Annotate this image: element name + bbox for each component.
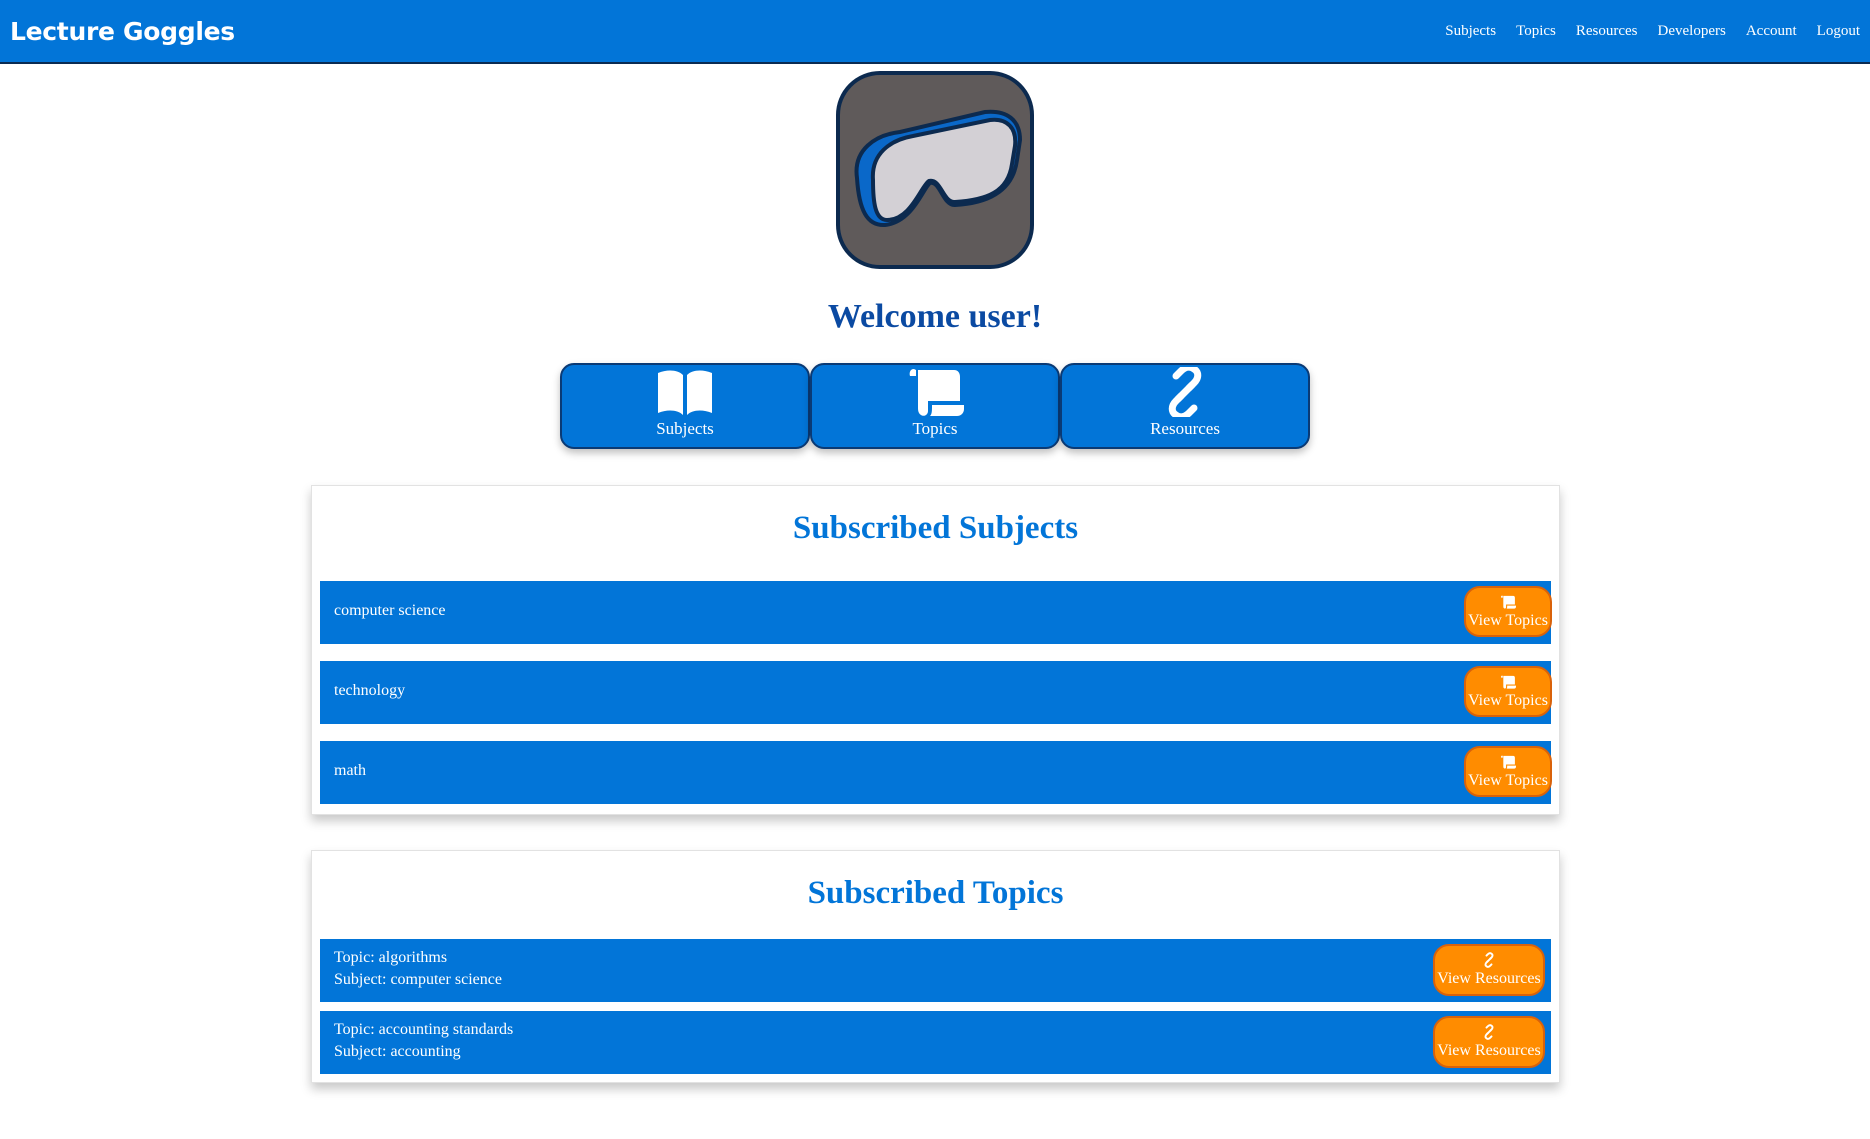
topic-name: Topic: accounting standards <box>334 1021 514 1038</box>
view-resources-button[interactable]: View Resources <box>1433 944 1545 996</box>
book-icon <box>658 370 712 415</box>
link-icon <box>1168 367 1202 417</box>
subject-name: computer science <box>334 602 446 619</box>
topic-subject: Subject: accounting <box>334 1043 461 1060</box>
subscribed-topics-title: Subscribed Topics <box>807 875 1064 911</box>
topic-name: Topic: algorithms <box>334 949 448 966</box>
nav-link-topics[interactable]: Topics <box>1516 23 1556 40</box>
view-topics-button[interactable]: View Topics <box>1464 746 1552 797</box>
view-topics-button[interactable]: View Topics <box>1464 666 1552 717</box>
topic-row: Topic: algorithms Subject: computer scie… <box>320 939 1551 1002</box>
nav-link-resources[interactable]: Resources <box>1576 23 1638 40</box>
subjects-button[interactable]: Subjects <box>560 363 810 449</box>
subject-name: technology <box>334 682 406 699</box>
view-resources-label: View Resources <box>1437 1042 1541 1059</box>
subscribed-subjects-title: Subscribed Subjects <box>792 510 1079 546</box>
brand-title[interactable]: Lecture Goggles <box>10 17 235 46</box>
nav-links: Subjects Topics Resources Developers Acc… <box>1425 23 1860 40</box>
subject-row: math View Topics <box>320 741 1552 804</box>
nav-link-account[interactable]: Account <box>1746 23 1797 40</box>
topics-button[interactable]: Topics <box>810 363 1060 449</box>
topic-row: Topic: accounting standards Subject: acc… <box>320 1011 1551 1074</box>
view-topics-label: View Topics <box>1468 771 1548 789</box>
subjects-button-label: Subjects <box>656 419 714 438</box>
view-resources-button[interactable]: View Resources <box>1433 1016 1545 1068</box>
navbar: Lecture Goggles Subjects Topics Resource… <box>0 0 1870 64</box>
view-topics-button[interactable]: View Topics <box>1464 586 1552 637</box>
view-topics-label: View Topics <box>1468 691 1548 709</box>
topics-button-label: Topics <box>912 419 958 438</box>
goggles-logo <box>836 71 1034 269</box>
subject-row: technology View Topics <box>320 661 1552 724</box>
subscribed-topics-card: Subscribed Topics Topic: algorithms Subj… <box>311 850 1560 1083</box>
view-resources-label: View Resources <box>1437 970 1541 987</box>
scroll-icon <box>909 369 964 416</box>
subject-row: computer science View Topics <box>320 581 1552 644</box>
link-icon <box>1484 1024 1494 1040</box>
quick-nav: Subjects Topics Resources <box>560 363 1310 449</box>
subject-name: math <box>334 762 366 779</box>
nav-link-subjects[interactable]: Subjects <box>1445 23 1496 40</box>
topic-subject: Subject: computer science <box>334 971 502 988</box>
subscribed-subjects-card: Subscribed Subjects computer science Vie… <box>311 485 1560 815</box>
link-icon <box>1484 952 1494 968</box>
welcome-heading: Welcome user! <box>827 298 1043 335</box>
view-topics-label: View Topics <box>1468 611 1548 629</box>
nav-link-developers[interactable]: Developers <box>1658 23 1726 40</box>
scroll-icon <box>1501 595 1516 609</box>
nav-link-logout[interactable]: Logout <box>1817 23 1860 40</box>
scroll-icon <box>1501 755 1516 769</box>
resources-button-label: Resources <box>1150 419 1220 438</box>
resources-button[interactable]: Resources <box>1060 363 1310 449</box>
scroll-icon <box>1501 675 1516 689</box>
